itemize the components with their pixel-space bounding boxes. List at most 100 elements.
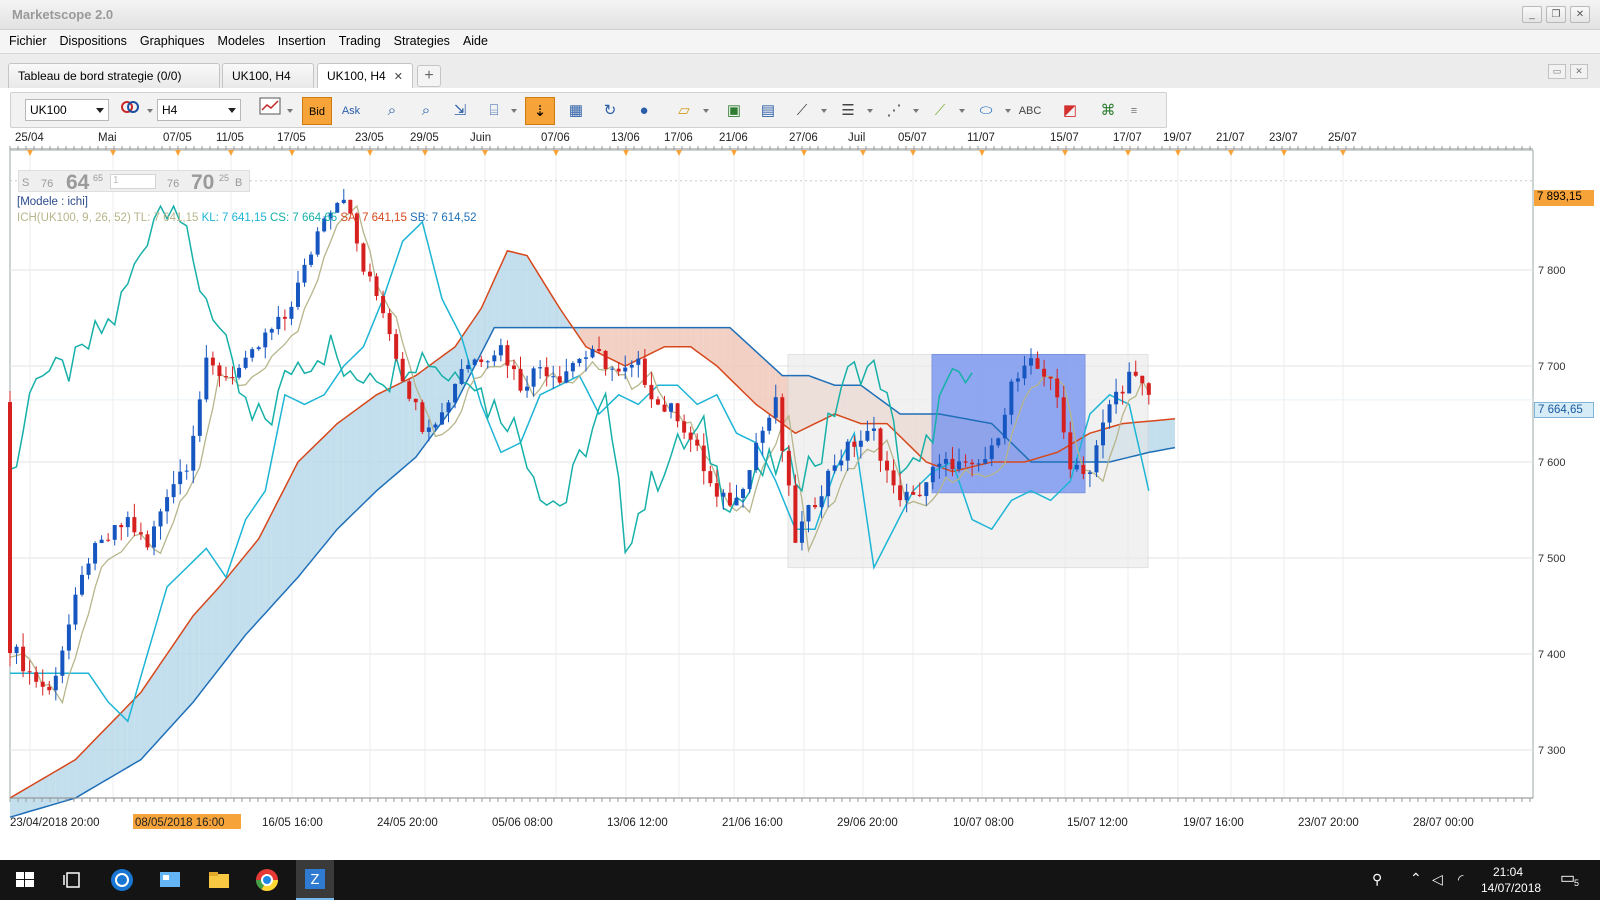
image-icon[interactable]: ▣ <box>719 97 749 125</box>
template-icon[interactable]: ▤ <box>753 97 783 125</box>
chevron-down-icon[interactable] <box>913 109 919 113</box>
menu-insertion[interactable]: Insertion <box>273 30 331 53</box>
candle-down <box>34 672 39 682</box>
pen-icon[interactable]: ⟋ <box>925 97 955 125</box>
minimize-button[interactable]: _ <box>1522 6 1542 23</box>
volume-icon[interactable]: ◁ <box>1432 871 1443 888</box>
candle-down <box>505 345 510 366</box>
top-date-label: 29/05 <box>410 132 439 144</box>
clock-date[interactable]: 14/07/2018 <box>1481 881 1541 895</box>
people-icon[interactable]: ⚲ <box>1372 871 1382 888</box>
menu-trading[interactable]: Trading <box>334 30 386 53</box>
chart-type-icon[interactable] <box>255 97 285 125</box>
ruler-icon[interactable]: ▱ <box>669 97 699 125</box>
candle-up <box>1015 378 1020 382</box>
menu-fichier[interactable]: Fichier <box>4 30 52 53</box>
more-icon[interactable]: ≡ <box>1125 97 1143 125</box>
instrument-select[interactable]: UK100 <box>25 99 109 121</box>
top-date-label: 07/06 <box>541 132 570 144</box>
price-type-icon[interactable] <box>115 97 145 125</box>
app-title: Marketscope 2.0 <box>12 7 114 22</box>
candle-up <box>610 368 615 370</box>
tab-uk100-h4-active[interactable]: UK100, H4 ✕ <box>317 63 413 88</box>
menu-strategies[interactable]: Strategies <box>389 30 455 53</box>
chart-panel[interactable]: 7 800 7 700 7 600 7 500 7 400 7 300 25/04 Mai 07… <box>0 128 1600 834</box>
candle-up <box>989 445 994 460</box>
close-button[interactable]: ✕ <box>1570 6 1590 23</box>
candle-up <box>1009 381 1014 415</box>
chevron-up-icon[interactable]: ⌃ <box>1410 870 1422 887</box>
candle-up <box>583 357 588 359</box>
marketscope-taskbar-icon[interactable]: Z <box>296 860 334 900</box>
scroll-icon[interactable]: ⇲ <box>445 97 475 125</box>
refresh-icon[interactable]: ↻ <box>595 97 625 125</box>
text-tool-icon[interactable]: ABC <box>1015 97 1045 125</box>
candle-up <box>629 364 634 368</box>
candle-down <box>727 492 732 506</box>
panel-close-icon[interactable]: ✕ <box>1570 64 1588 79</box>
timeframe-select[interactable]: H4 <box>157 99 241 121</box>
clock-time[interactable]: 21:04 <box>1493 865 1523 879</box>
zoom-out-icon[interactable]: ⌕ <box>411 97 441 125</box>
wifi-icon[interactable]: ◜ <box>1458 871 1463 888</box>
chevron-down-icon <box>96 108 104 113</box>
chevron-down-icon[interactable] <box>1005 109 1011 113</box>
kumo-cloud-segment <box>324 430 331 546</box>
zoom-in-icon[interactable]: ⌕ <box>377 97 407 125</box>
notification-icon[interactable]: ▭ <box>1560 868 1575 888</box>
menu-modeles[interactable]: Modeles <box>213 30 270 53</box>
kumo-cloud-segment <box>671 327 678 347</box>
chevron-down-icon[interactable] <box>703 109 709 113</box>
control-panel-icon[interactable] <box>155 865 185 895</box>
chevron-down-icon[interactable] <box>511 109 517 113</box>
crosshair-icon[interactable]: ⇣ <box>525 97 555 125</box>
file-explorer-icon[interactable] <box>204 865 234 895</box>
ellipse-icon[interactable]: ⬭ <box>971 97 1001 125</box>
chevron-down-icon[interactable] <box>287 109 293 113</box>
windows-start-icon[interactable] <box>10 865 40 895</box>
app-refresh-icon[interactable] <box>107 865 137 895</box>
candle-down <box>688 432 693 440</box>
candle-up <box>1087 472 1092 474</box>
task-view-icon[interactable] <box>58 865 88 895</box>
kumo-cloud-segment <box>167 644 174 731</box>
ask-button[interactable]: Ask <box>336 97 366 125</box>
price-chart[interactable]: 7 800 7 700 7 600 7 500 7 400 7 300 25/04 Mai 07… <box>0 128 1600 834</box>
globe-icon[interactable]: ● <box>629 97 659 125</box>
close-tab-icon[interactable]: ✕ <box>394 71 403 83</box>
tab-strategy-dashboard[interactable]: Tableau de bord strategie (0/0) <box>8 63 220 88</box>
chevron-down-icon[interactable] <box>959 109 965 113</box>
kumo-cloud-segment <box>631 327 639 363</box>
kumo-cloud-segment <box>29 782 37 812</box>
chrome-icon[interactable] <box>252 865 282 895</box>
kumo-cloud-segment <box>219 578 226 669</box>
chevron-down-icon[interactable] <box>147 109 153 113</box>
candle-down <box>210 357 215 366</box>
tab-uk100-h4-a[interactable]: UK100, H4 <box>222 63 314 88</box>
hierarchy-icon[interactable]: ⌘ <box>1093 97 1123 125</box>
fan-icon[interactable]: ⋰ <box>879 97 909 125</box>
kumo-cloud-segment <box>644 327 652 357</box>
sell-small: 76 <box>41 178 54 190</box>
candle-down <box>413 398 418 403</box>
zoom-fit-icon[interactable]: ⌸ <box>479 97 509 125</box>
menu-aide[interactable]: Aide <box>458 30 493 53</box>
chevron-down-icon[interactable] <box>867 109 873 113</box>
amount-value: 1 <box>113 175 119 186</box>
maximize-button[interactable]: ❐ <box>1546 6 1566 23</box>
buy-sup: 25 <box>219 173 230 183</box>
ich-sb: SB: 7 614,52 <box>410 212 477 224</box>
amount-input[interactable]: 1 <box>110 174 156 189</box>
trendline-icon[interactable]: ⟋ <box>787 97 817 125</box>
bottom-date-label: 10/07 08:00 <box>953 817 1014 829</box>
panel-restore-icon[interactable]: ▭ <box>1548 64 1566 79</box>
candle-down <box>400 358 405 382</box>
horizontal-lines-icon[interactable]: ☰ <box>833 97 863 125</box>
insert-indicator-icon[interactable]: ▦ <box>561 97 591 125</box>
eraser-icon[interactable]: ◩ <box>1055 97 1085 125</box>
menu-graphiques[interactable]: Graphiques <box>135 30 210 53</box>
menu-dispositions[interactable]: Dispositions <box>55 30 132 53</box>
bid-button[interactable]: Bid <box>302 97 332 125</box>
add-tab-button[interactable]: + <box>417 65 441 87</box>
chevron-down-icon[interactable] <box>821 109 827 113</box>
